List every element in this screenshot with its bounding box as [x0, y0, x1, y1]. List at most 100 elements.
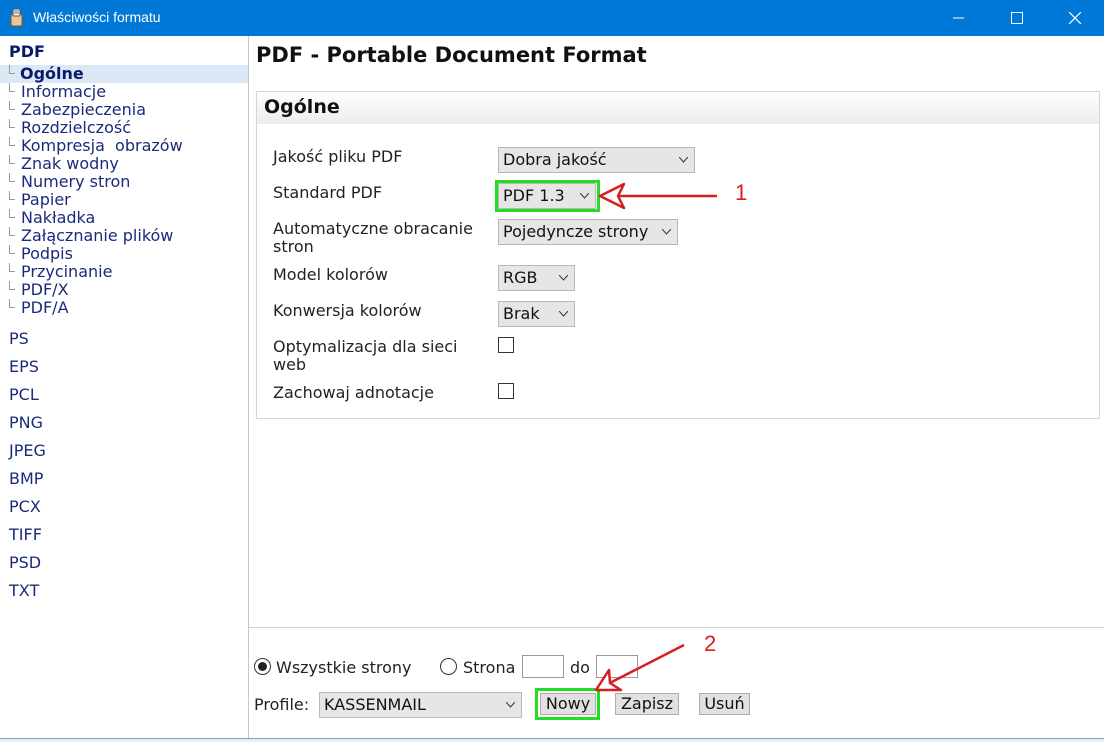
web-optimize-checkbox[interactable] — [498, 337, 514, 353]
sidebar-item-label: PDF/A — [21, 298, 69, 317]
pdf-quality-select[interactable]: Dobra jakość — [498, 147, 695, 173]
tree-connector — [9, 245, 15, 254]
sidebar-item-rozdzielczosc[interactable]: Rozdzielczość — [0, 119, 248, 137]
sidebar-item-label: Ogólne — [20, 64, 84, 83]
sidebar-group-txt[interactable]: TXT — [9, 581, 39, 600]
sidebar-item-kompresja[interactable]: Kompresja obrazów — [0, 137, 248, 155]
sidebar-item-zalacznanie-plikow[interactable]: Załącznanie plików — [0, 227, 248, 245]
section-header: Ogólne — [257, 92, 1099, 124]
sidebar-item-ogolne[interactable]: Ogólne — [0, 65, 248, 83]
sidebar-item-podpis[interactable]: Podpis — [0, 245, 248, 263]
sidebar-item-label: Numery stron — [21, 172, 131, 191]
minimize-icon — [953, 17, 964, 19]
save-profile-button[interactable]: Zapisz — [615, 693, 679, 715]
page-from-input[interactable] — [522, 655, 564, 678]
bottom-divider — [249, 627, 1104, 628]
sidebar-item-pdf-a[interactable]: PDF/A — [0, 299, 248, 317]
color-model-label: Model kolorów — [273, 265, 388, 284]
sidebar-item-label: PDF/X — [21, 280, 69, 299]
sidebar-item-informacje[interactable]: Informacje — [0, 83, 248, 101]
delete-profile-button[interactable]: Usuń — [699, 693, 750, 715]
sidebar-item-label: Podpis — [21, 244, 73, 263]
sidebar-group-tiff[interactable]: TIFF — [9, 525, 42, 544]
page-to-label: do — [570, 658, 590, 677]
chevron-down-icon — [506, 702, 515, 708]
tree-connector — [9, 155, 15, 164]
app-icon — [10, 8, 23, 27]
tree-connector — [9, 83, 15, 92]
sidebar-item-papier[interactable]: Papier — [0, 191, 248, 209]
sidebar-item-pdf-x[interactable]: PDF/X — [0, 281, 248, 299]
sidebar-item-zabezpieczenia[interactable]: Zabezpieczenia — [0, 101, 248, 119]
sidebar-item-label: Informacje — [21, 82, 107, 101]
pdf-quality-label: Jakość pliku PDF — [273, 147, 403, 166]
tree-connector — [9, 191, 15, 200]
maximize-button[interactable] — [988, 0, 1046, 36]
pdf-standard-label: Standard PDF — [273, 183, 383, 202]
profile-label: Profile: — [254, 695, 310, 714]
pdf-quality-value: Dobra jakość — [503, 150, 607, 169]
annotation-number-1: 1 — [735, 180, 748, 205]
page-to-input[interactable] — [596, 655, 638, 678]
window-bottom-edge — [0, 738, 1104, 742]
sidebar-item-przycinanie[interactable]: Przycinanie — [0, 263, 248, 281]
color-conversion-value: Brak — [503, 304, 540, 323]
web-optimize-label-line1: Optymalizacja dla sieci — [273, 337, 458, 356]
annotation-number-2: 2 — [704, 631, 717, 656]
tree-connector — [9, 101, 15, 110]
sidebar-group-pdf[interactable]: PDF — [9, 42, 45, 61]
sidebar-group-pcx[interactable]: PCX — [9, 497, 41, 516]
tree-connector — [9, 299, 15, 308]
sidebar-item-label: Załącznanie plików — [21, 226, 174, 245]
sidebar-item-label: Papier — [21, 190, 71, 209]
sidebar-group-bmp[interactable]: BMP — [9, 469, 43, 488]
tree-connector — [9, 137, 15, 146]
sidebar-group-psd[interactable]: PSD — [9, 553, 41, 572]
sidebar-item-numery-stron[interactable]: Numery stron — [0, 173, 248, 191]
color-conversion-select[interactable]: Brak — [498, 301, 575, 327]
sidebar-item-nakladka[interactable]: Nakładka — [0, 209, 248, 227]
sidebar-group-png[interactable]: PNG — [9, 413, 43, 432]
tree-connector — [9, 281, 15, 290]
sidebar-group-pcl[interactable]: PCL — [9, 385, 39, 404]
profile-select[interactable]: KASSENMAIL — [319, 692, 522, 718]
auto-rotate-value: Pojedyncze strony — [503, 222, 649, 241]
sidebar-group-jpeg[interactable]: JPEG — [9, 441, 46, 460]
keep-annotations-checkbox[interactable] — [498, 383, 514, 399]
tree-connector — [9, 263, 15, 272]
color-model-select[interactable]: RGB — [498, 265, 575, 291]
sidebar-group-eps[interactable]: EPS — [9, 357, 39, 376]
sidebar-group-ps[interactable]: PS — [9, 329, 29, 348]
minimize-button[interactable] — [930, 0, 988, 36]
profile-value: KASSENMAIL — [324, 695, 426, 714]
tree-connector — [9, 227, 15, 236]
sidebar-item-label: Nakładka — [21, 208, 96, 227]
auto-rotate-select[interactable]: Pojedyncze strony — [498, 219, 678, 245]
close-button[interactable] — [1046, 0, 1104, 36]
maximize-icon — [1011, 12, 1023, 24]
tree-connector — [9, 209, 15, 218]
tree-connector — [9, 173, 15, 182]
auto-rotate-label: Automatyczne obracanie stron — [273, 220, 473, 256]
auto-rotate-label-line2: stron — [273, 237, 314, 256]
keep-annotations-label: Zachowaj adnotacje — [273, 383, 434, 402]
chevron-down-icon — [662, 229, 671, 235]
web-optimize-label: Optymalizacja dla sieci web — [273, 338, 457, 374]
sidebar-item-label: Kompresja obrazów — [21, 136, 183, 155]
all-pages-radio[interactable] — [254, 658, 271, 675]
page-range-label: Strona — [463, 658, 516, 677]
title-bar: Właściwości formatu — [0, 0, 1104, 36]
page-range-radio[interactable] — [440, 658, 457, 675]
tree-connector — [9, 65, 15, 74]
sidebar-item-label: Zabezpieczenia — [21, 100, 147, 119]
sidebar-item-label: Przycinanie — [21, 262, 113, 281]
close-icon — [1069, 12, 1081, 24]
auto-rotate-label-line1: Automatyczne obracanie — [273, 219, 473, 238]
chevron-down-icon — [559, 311, 568, 317]
page-title: PDF - Portable Document Format — [256, 43, 647, 67]
color-model-value: RGB — [503, 268, 538, 287]
sidebar-item-label: Znak wodny — [21, 154, 119, 173]
sidebar-item-znak-wodny[interactable]: Znak wodny — [0, 155, 248, 173]
radio-selected-dot — [258, 662, 267, 671]
format-sidebar: PDF Ogólne Informacje Zabezpieczenia Roz… — [0, 36, 249, 742]
